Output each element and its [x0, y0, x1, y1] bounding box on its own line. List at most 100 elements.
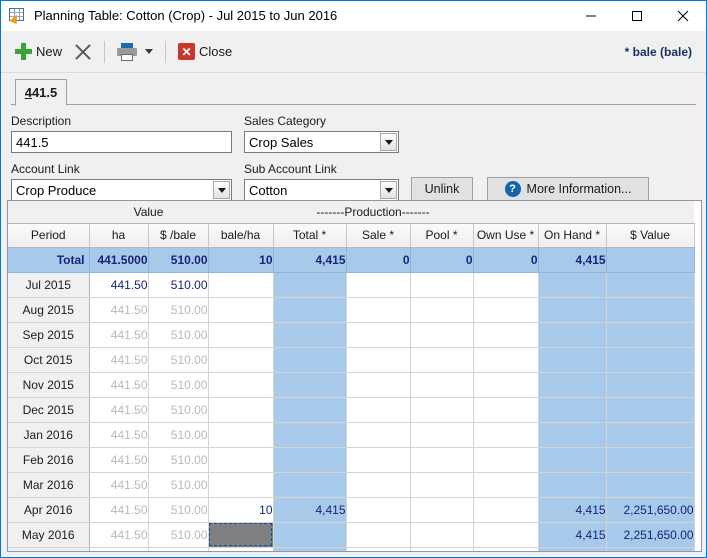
table-row[interactable]: Jan 2016 441.50 510.00 — [8, 422, 695, 448]
cell-bale-per-ha[interactable] — [208, 372, 274, 398]
cell-bale-per-ha[interactable] — [208, 272, 274, 298]
column-header-period[interactable]: Period — [8, 223, 90, 248]
cell-ha[interactable]: 441.50 — [89, 422, 149, 448]
cell-own-use[interactable] — [473, 372, 539, 398]
cell-period[interactable]: Oct 2015 — [8, 347, 90, 373]
cell-bale-per-ha[interactable] — [208, 297, 274, 323]
cell-total[interactable] — [273, 347, 347, 373]
cell-total[interactable] — [273, 522, 347, 548]
cell-bale-per-ha[interactable] — [208, 522, 274, 548]
cell-on-hand[interactable] — [538, 272, 607, 298]
column-header-bale[interactable]: $ /bale — [148, 223, 209, 248]
cell-pool[interactable] — [410, 347, 474, 373]
cell-own-use[interactable] — [473, 522, 539, 548]
cell-pool[interactable] — [410, 372, 474, 398]
cell-pool[interactable] — [410, 547, 474, 551]
sales-category-select[interactable]: Crop Sales — [244, 131, 399, 153]
cell-sale[interactable] — [346, 547, 411, 551]
cell-value[interactable]: 2,251,650.00 — [606, 522, 695, 548]
cell-total[interactable] — [273, 547, 347, 551]
cell-pool[interactable] — [410, 322, 474, 348]
cell-on-hand[interactable]: 4,415 — [538, 497, 607, 523]
cell-bale-per-ha[interactable] — [208, 347, 274, 373]
table-row[interactable]: Dec 2015 441.50 510.00 — [8, 397, 695, 423]
cell-period[interactable]: Jun 2016 — [8, 547, 90, 551]
cell-value[interactable] — [606, 447, 695, 473]
cell-per-bale[interactable]: 510.00 — [148, 447, 209, 473]
cell-pool[interactable] — [410, 397, 474, 423]
table-row[interactable]: Feb 2016 441.50 510.00 — [8, 447, 695, 473]
more-information-button[interactable]: ? More Information... — [487, 177, 649, 201]
column-header-value[interactable]: $ Value — [606, 223, 695, 248]
chevron-down-icon[interactable] — [145, 49, 154, 54]
sales-category-dropdown-arrow[interactable] — [380, 133, 397, 151]
cell-on-hand[interactable] — [538, 397, 607, 423]
cell-own-use[interactable] — [473, 422, 539, 448]
cell-pool[interactable] — [410, 497, 474, 523]
cell-sale[interactable] — [346, 372, 411, 398]
cell-bale-per-ha[interactable] — [208, 547, 274, 551]
cell-sale[interactable] — [346, 497, 411, 523]
cell-own-use[interactable] — [473, 297, 539, 323]
cell-on-hand[interactable] — [538, 422, 607, 448]
cell-period[interactable]: Apr 2016 — [8, 497, 90, 523]
cell-per-bale[interactable]: 510.00 — [148, 472, 209, 498]
cell-own-use[interactable] — [473, 322, 539, 348]
cell-period[interactable]: Jan 2016 — [8, 422, 90, 448]
sub-account-link-select[interactable]: Cotton — [244, 179, 399, 201]
column-header-bale-ha[interactable]: bale/ha — [208, 223, 274, 248]
table-row[interactable]: Jul 2015 441.50 510.00 — [8, 272, 695, 298]
planning-grid[interactable]: Value -------Production------- Period ha $ /… — [7, 200, 702, 552]
cell-value[interactable]: 2,251,650.00 — [606, 547, 695, 551]
cell-period[interactable]: Mar 2016 — [8, 472, 90, 498]
column-header-on-hand[interactable]: On Hand * — [538, 223, 607, 248]
cell-bale-per-ha[interactable] — [208, 447, 274, 473]
cell-on-hand[interactable]: 4,415 — [538, 522, 607, 548]
cell-own-use[interactable] — [473, 497, 539, 523]
table-row[interactable]: Apr 2016 441.50 510.00 10 4,415 4,415 2,251,65… — [8, 497, 695, 523]
cell-own-use[interactable] — [473, 347, 539, 373]
unlink-button[interactable]: Unlink — [411, 177, 473, 201]
table-row[interactable]: May 2016 441.50 510.00 4,415 2,251,650.00 — [8, 522, 695, 548]
cell-value[interactable] — [606, 347, 695, 373]
column-header-total[interactable]: Total * — [273, 223, 347, 248]
cell-ha[interactable]: 441.50 — [89, 497, 149, 523]
cell-on-hand[interactable]: 4,415 — [538, 547, 607, 551]
cell-pool[interactable] — [410, 522, 474, 548]
cell-per-bale[interactable]: 510.00 — [148, 422, 209, 448]
column-header-own-use[interactable]: Own Use * — [473, 223, 539, 248]
cell-per-bale[interactable]: 510.00 — [148, 547, 209, 551]
cell-sale[interactable] — [346, 397, 411, 423]
cell-total[interactable] — [273, 372, 347, 398]
cell-on-hand[interactable] — [538, 347, 607, 373]
column-header-pool[interactable]: Pool * — [410, 223, 474, 248]
cell-value[interactable] — [606, 272, 695, 298]
table-row[interactable]: Mar 2016 441.50 510.00 — [8, 472, 695, 498]
tab-441-5[interactable]: 4 41.5 — [15, 79, 67, 106]
cell-bale-per-ha[interactable] — [208, 397, 274, 423]
cell-on-hand[interactable] — [538, 447, 607, 473]
delete-button[interactable] — [68, 37, 98, 67]
cell-value[interactable] — [606, 322, 695, 348]
cell-pool[interactable] — [410, 422, 474, 448]
cell-per-bale[interactable]: 510.00 — [148, 272, 209, 298]
cell-total[interactable] — [273, 322, 347, 348]
minimize-button[interactable] — [568, 1, 614, 31]
cell-ha[interactable]: 441.50 — [89, 322, 149, 348]
cell-own-use[interactable] — [473, 472, 539, 498]
table-row[interactable]: Aug 2015 441.50 510.00 — [8, 297, 695, 323]
cell-total[interactable] — [273, 297, 347, 323]
cell-pool[interactable] — [410, 472, 474, 498]
cell-value[interactable] — [606, 372, 695, 398]
cell-bale-per-ha[interactable] — [208, 472, 274, 498]
cell-value[interactable] — [606, 422, 695, 448]
cell-value[interactable] — [606, 297, 695, 323]
print-button[interactable] — [111, 37, 159, 67]
cell-ha[interactable]: 441.50 — [89, 447, 149, 473]
cell-period[interactable]: Jul 2015 — [8, 272, 90, 298]
cell-ha[interactable]: 441.50 — [89, 347, 149, 373]
cell-on-hand[interactable] — [538, 297, 607, 323]
cell-per-bale[interactable]: 510.00 — [148, 522, 209, 548]
cell-ha[interactable]: 441.50 — [89, 547, 149, 551]
cell-ha[interactable]: 441.50 — [89, 272, 149, 298]
